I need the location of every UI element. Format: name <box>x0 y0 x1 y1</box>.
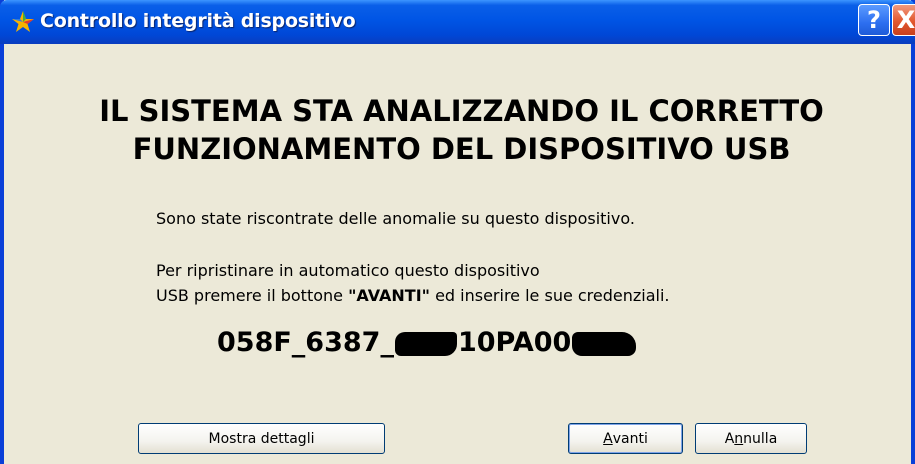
serial-prefix: 058F_6387_ <box>217 327 394 358</box>
close-icon: X <box>896 6 915 34</box>
redaction-mark <box>394 331 457 356</box>
star-icon <box>12 11 34 32</box>
cancel-label-end: nulla <box>743 430 778 447</box>
instruction-text: USB premere il bottone <box>156 286 349 305</box>
close-button[interactable]: X <box>892 4 915 36</box>
instruction-line-1: Per ripristinare in automatico questo di… <box>156 261 540 280</box>
title-bar[interactable]: Controllo integrità dispositivo ? X <box>0 0 915 44</box>
dialog-window: Controllo integrità dispositivo ? X IL S… <box>0 0 915 464</box>
anomaly-message: Sono state riscontrate delle anomalie su… <box>156 209 635 228</box>
cancel-button[interactable]: An nulla <box>695 423 807 454</box>
help-icon: ? <box>867 6 881 34</box>
next-button[interactable]: Avanti <box>568 423 683 454</box>
next-label: vanti <box>612 430 648 447</box>
serial-middle: 10PA00 <box>457 327 572 358</box>
cancel-accelerator: n <box>734 430 744 447</box>
heading-line-2: FUNZIONAMENTO DEL DISPOSITIVO USB <box>132 132 791 166</box>
main-heading: IL SISTEMA STA ANALIZZANDO IL CORRETTO F… <box>4 92 915 168</box>
avanti-emphasis: "AVANTI" <box>348 286 430 305</box>
instruction-message: Per ripristinare in automatico questo di… <box>156 258 670 308</box>
window-title: Controllo integrità dispositivo <box>40 10 356 32</box>
help-button[interactable]: ? <box>858 4 890 36</box>
next-accelerator: A <box>603 430 613 447</box>
show-details-button[interactable]: Mostra dettagli <box>138 423 385 454</box>
redaction-mark <box>572 331 637 356</box>
instruction-line-2: USB premere il bottone "AVANTI" ed inser… <box>156 283 670 308</box>
instruction-text-end: ed inserire le sue credenziali. <box>429 286 670 305</box>
cancel-label-start: A <box>724 430 735 447</box>
device-serial: 058F_6387_ 10PA00 <box>217 327 637 358</box>
heading-line-1: IL SISTEMA STA ANALIZZANDO IL CORRETTO <box>99 94 824 128</box>
